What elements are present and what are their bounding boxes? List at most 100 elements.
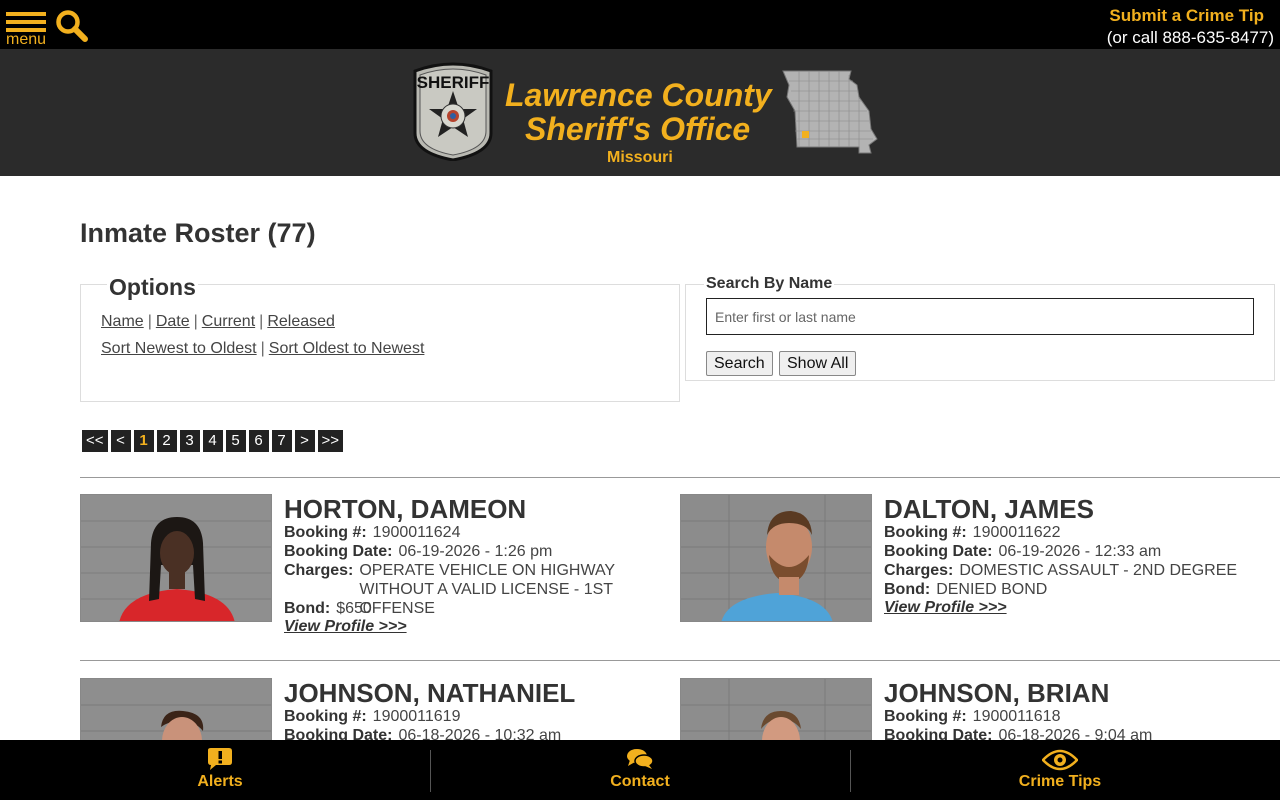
booking-date-value: 06-18-2026 - 9:04 am xyxy=(998,727,1153,740)
booking-number: Booking #: 1900011622 xyxy=(884,523,1060,542)
missouri-map-icon xyxy=(779,67,879,155)
booking-number-label: Booking #: xyxy=(884,708,967,725)
page-7[interactable]: 7 xyxy=(271,430,292,452)
booking-date-value: 06-19-2026 - 12:33 am xyxy=(998,543,1162,560)
inmate-card: DALTON, JAMES Booking #: 1900011622 Booki… xyxy=(680,494,1270,644)
pagination: << < 1 2 3 4 5 6 7 > >> xyxy=(82,430,344,452)
name-search-input[interactable] xyxy=(706,298,1254,335)
bond: Bond: DENIED BOND xyxy=(884,580,1047,599)
bottom-nav: Alerts Contact Crime Tips xyxy=(0,740,1280,800)
inmate-name[interactable]: JOHNSON, BRIAN xyxy=(884,678,1109,708)
divider xyxy=(80,477,1280,478)
badge-text: SHERIFF xyxy=(417,73,490,92)
booking-date-value: 06-18-2026 - 10:32 am xyxy=(398,727,562,740)
options-legend: Options xyxy=(107,274,198,301)
crime-tip-phone[interactable]: (or call 888-635-8477) xyxy=(1107,28,1274,48)
page-2[interactable]: 2 xyxy=(156,430,177,452)
sort-links: Sort Newest to Oldest | Sort Oldest to New… xyxy=(101,340,424,358)
view-profile-link[interactable]: View Profile >>> xyxy=(884,599,1007,617)
page-title: Inmate Roster (77) xyxy=(80,218,316,248)
page-first[interactable]: << xyxy=(82,430,108,452)
site-title-line1[interactable]: Lawrence County xyxy=(505,77,772,114)
page-1[interactable]: 1 xyxy=(133,430,154,452)
inmate-photo[interactable] xyxy=(680,494,872,622)
booking-date: Booking Date: 06-18-2026 - 9:04 am xyxy=(884,726,1152,740)
separator: | xyxy=(260,340,265,357)
search-icon[interactable] xyxy=(55,9,89,43)
inmate-photo[interactable] xyxy=(80,678,272,740)
page-6[interactable]: 6 xyxy=(248,430,269,452)
filter-current-link[interactable]: Current xyxy=(202,313,255,330)
menu-button[interactable]: menu xyxy=(5,9,47,49)
filter-name-link[interactable]: Name xyxy=(101,313,144,330)
show-all-button[interactable]: Show All xyxy=(779,351,857,376)
eye-icon xyxy=(1042,749,1078,771)
submit-crime-tip-link[interactable]: Submit a Crime Tip xyxy=(1109,6,1264,26)
booking-number-label: Booking #: xyxy=(284,708,367,725)
booking-date-label: Booking Date: xyxy=(284,727,393,740)
inmate-card: HORTON, DAMEON Booking #: 1900011624 Book… xyxy=(80,494,670,644)
booking-number-value: 1900011622 xyxy=(972,524,1061,541)
separator: | xyxy=(259,313,264,330)
booking-date: Booking Date: 06-18-2026 - 10:32 am xyxy=(284,726,561,740)
inmate-photo[interactable] xyxy=(80,494,272,622)
inmate-card: JOHNSON, NATHANIEL Booking #: 1900011619 … xyxy=(80,678,670,740)
hamburger-icon xyxy=(6,12,46,16)
page-last[interactable]: >> xyxy=(317,430,344,452)
booking-date-label: Booking Date: xyxy=(884,727,993,740)
bond: Bond: $650 xyxy=(284,599,372,618)
separator: | xyxy=(147,313,152,330)
bond-label: Bond: xyxy=(884,581,931,598)
sheriff-badge-logo[interactable]: SHERIFF xyxy=(411,61,495,162)
charges: Charges: DOMESTIC ASSAULT - 2ND DEGREE xyxy=(884,561,1274,580)
hamburger-icon-bar xyxy=(6,20,46,24)
page-4[interactable]: 4 xyxy=(202,430,223,452)
nav-crime-tips[interactable]: Crime Tips xyxy=(847,740,1273,800)
filter-date-link[interactable]: Date xyxy=(156,313,190,330)
charges-value: OPERATE VEHICLE ON HIGHWAY WITHOUT A VAL… xyxy=(359,562,615,617)
page-5[interactable]: 5 xyxy=(225,430,246,452)
divider xyxy=(80,660,1280,661)
bond-value: $650 xyxy=(336,600,372,617)
booking-number-label: Booking #: xyxy=(884,524,967,541)
inmate-card: JOHNSON, BRIAN Booking #: 1900011618 Book… xyxy=(680,678,1270,740)
bond-value: DENIED BOND xyxy=(936,581,1048,598)
filter-released-link[interactable]: Released xyxy=(267,313,335,330)
sort-newest-link[interactable]: Sort Newest to Oldest xyxy=(101,340,257,357)
booking-date-value: 06-19-2026 - 1:26 pm xyxy=(398,543,553,560)
page-3[interactable]: 3 xyxy=(179,430,200,452)
booking-number-value: 1900011619 xyxy=(372,708,461,725)
booking-number-value: 1900011624 xyxy=(372,524,461,541)
filter-links: Name | Date | Current | Released xyxy=(101,313,335,331)
search-legend: Search By Name xyxy=(704,275,835,293)
inmate-photo[interactable] xyxy=(680,678,872,740)
nav-alerts-label: Alerts xyxy=(197,773,243,790)
site-state: Missouri xyxy=(607,149,673,166)
page-prev[interactable]: < xyxy=(110,430,131,452)
booking-date: Booking Date: 06-19-2026 - 1:26 pm xyxy=(284,542,552,561)
nav-contact[interactable]: Contact xyxy=(427,740,853,800)
chat-bubbles-icon xyxy=(627,749,654,769)
nav-alerts[interactable]: Alerts xyxy=(7,740,433,800)
booking-date: Booking Date: 06-19-2026 - 12:33 am xyxy=(884,542,1161,561)
view-profile-link[interactable]: View Profile >>> xyxy=(284,618,407,636)
inmate-name[interactable]: JOHNSON, NATHANIEL xyxy=(284,678,575,708)
site-banner: SHERIFF Lawrence County Sheriff's Office… xyxy=(0,49,1280,176)
inmate-name[interactable]: HORTON, DAMEON xyxy=(284,494,526,524)
booking-date-label: Booking Date: xyxy=(884,543,993,560)
booking-number: Booking #: 1900011619 xyxy=(284,707,460,726)
search-button[interactable]: Search xyxy=(706,351,773,376)
booking-number: Booking #: 1900011624 xyxy=(284,523,460,542)
nav-contact-label: Contact xyxy=(610,773,670,790)
inmate-name[interactable]: DALTON, JAMES xyxy=(884,494,1094,524)
booking-number: Booking #: 1900011618 xyxy=(884,707,1060,726)
menu-label: menu xyxy=(6,31,47,48)
charges-value: DOMESTIC ASSAULT - 2ND DEGREE xyxy=(959,562,1238,579)
page-next[interactable]: > xyxy=(294,430,315,452)
nav-crime-tips-label: Crime Tips xyxy=(1018,773,1102,790)
bond-label: Bond: xyxy=(284,600,331,617)
alert-bubble-icon xyxy=(208,748,232,770)
sort-oldest-link[interactable]: Sort Oldest to Newest xyxy=(269,340,425,357)
charges-label: Charges: xyxy=(884,562,954,579)
site-title-line2[interactable]: Sheriff's Office xyxy=(525,111,750,148)
